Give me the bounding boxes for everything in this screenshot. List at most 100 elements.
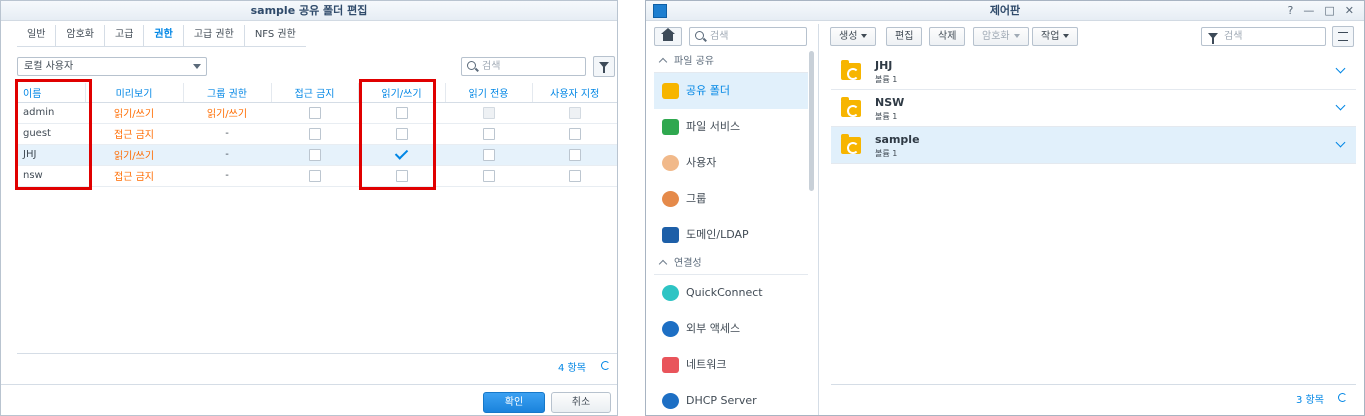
col-group-permission[interactable]: 그룹 권한 [183,83,272,103]
close-icon[interactable]: ✕ [1345,4,1354,17]
user-type-select[interactable]: 로컬 사용자 [17,57,207,76]
preview-value: 읽기/쓰기 [85,144,183,166]
permission-search-input[interactable]: 검색 [461,57,586,76]
table-row[interactable]: JHJ 읽기/쓰기 - [17,144,617,166]
group-permission-value: - [183,144,271,166]
action-button[interactable]: 작업 [1032,27,1079,46]
read-only-checkbox [482,106,495,119]
read-only-checkbox[interactable] [482,127,495,140]
external-access-icon [662,321,679,337]
table-row[interactable]: nsw 접근 금지 - [17,165,617,187]
tab-advanced-permissions[interactable]: 고급 권한 [184,25,245,46]
chevron-down-icon [861,34,868,38]
encrypt-button[interactable]: 암호화 [973,27,1029,46]
chevron-down-icon [193,64,201,69]
list-item[interactable]: NSW 볼륨 1 [831,90,1356,127]
window-controls: ? — □ ✕ [1288,4,1354,17]
home-button[interactable] [654,27,682,46]
edit-button[interactable]: 편집 [886,27,923,46]
delete-button[interactable]: 삭제 [929,27,966,46]
table-row[interactable]: guest 접근 금지 - [17,123,617,145]
tab-encryption[interactable]: 암호화 [56,25,106,46]
sidebar-item-group[interactable]: 그룹 [654,181,808,217]
sidebar-item-domain-ldap[interactable]: 도메인/LDAP [654,217,808,253]
shared-folder-icon [841,134,861,154]
no-access-checkbox[interactable] [308,127,321,140]
help-icon[interactable]: ? [1288,4,1294,17]
section-file-sharing[interactable]: 파일 공유 [654,51,808,73]
group-permission-value: - [183,165,271,187]
dialog-footer-divider [1,384,617,385]
action-label: 작업 [1041,31,1060,42]
encrypt-label: 암호화 [982,31,1010,42]
sidebar-item-label: QuickConnect [686,286,763,299]
cancel-button[interactable]: 취소 [551,392,611,413]
domain-ldap-icon [662,227,679,243]
sidebar-item-label: DHCP Server [686,394,757,407]
sidebar-item-dhcp-server[interactable]: DHCP Server [654,383,808,415]
folder-name: sample [875,133,920,146]
no-access-checkbox[interactable] [308,148,321,161]
preview-value: 접근 금지 [85,123,183,145]
sort-button[interactable] [1332,26,1354,47]
create-button[interactable]: 생성 [830,27,877,46]
dhcp-server-icon [662,393,679,409]
item-count: 4 항목 [558,363,586,374]
col-custom[interactable]: 사용자 지정 [532,83,617,103]
tab-general[interactable]: 일반 [17,25,57,46]
folder-volume: 볼륨 1 [875,149,898,158]
minimize-icon[interactable]: — [1303,4,1314,17]
folder-name: NSW [875,96,905,109]
tab-advanced[interactable]: 고급 [105,25,145,46]
tab-nfs-permissions[interactable]: NFS 권한 [245,25,306,46]
chevron-down-icon[interactable] [1335,137,1346,148]
sidebar-item-label: 사용자 [686,156,717,169]
read-only-checkbox[interactable] [482,148,495,161]
sidebar-scrollbar[interactable] [809,51,814,191]
shared-folder-icon [841,97,861,117]
search-placeholder: 검색 [482,61,501,72]
table-row[interactable]: admin 읽기/쓰기 읽기/쓰기 [17,102,617,124]
custom-checkbox[interactable] [568,148,581,161]
no-access-checkbox[interactable] [308,169,321,182]
sidebar-item-user[interactable]: 사용자 [654,145,808,181]
sidebar-item-network[interactable]: 네트워크 [654,347,808,383]
window-title: 제어판 [646,1,1364,21]
chevron-down-icon[interactable] [1335,63,1346,74]
refresh-icon[interactable] [601,361,610,370]
custom-checkbox[interactable] [568,127,581,140]
name-column-highlight [15,79,92,190]
col-read-only[interactable]: 읽기 전용 [445,83,533,103]
shared-folder-list: JHJ 볼륨 1 NSW 볼륨 1 sample 볼륨 1 [831,53,1356,164]
ok-button[interactable]: 확인 [483,392,545,413]
sidebar-search-input[interactable]: 검색 [689,27,807,46]
custom-checkbox[interactable] [568,169,581,182]
refresh-icon[interactable] [1338,393,1347,402]
filter-button[interactable] [593,56,615,77]
folder-search-input[interactable]: 검색 [1201,27,1326,46]
search-placeholder: 검색 [1224,31,1243,42]
folder-name: JHJ [875,59,893,72]
sidebar-item-external-access[interactable]: 외부 액세스 [654,311,808,347]
col-no-access[interactable]: 접근 금지 [271,83,359,103]
maximize-icon[interactable]: □ [1324,4,1334,17]
list-item[interactable]: sample 볼륨 1 [831,127,1356,164]
no-access-checkbox[interactable] [308,106,321,119]
sidebar-item-label: 외부 액세스 [686,322,741,335]
sidebar-item-file-services[interactable]: 파일 서비스 [654,109,808,145]
tab-permissions[interactable]: 권한 [144,25,184,46]
chevron-down-icon[interactable] [1335,100,1346,111]
section-connectivity[interactable]: 연결성 [654,253,808,275]
search-placeholder: 검색 [710,31,729,42]
folder-volume: 볼륨 1 [875,112,898,121]
permission-table: 이름 미리보기 그룹 권한 접근 금지 읽기/쓰기 읽기 전용 사용자 지정 a… [17,83,617,187]
read-only-checkbox[interactable] [482,169,495,182]
col-preview[interactable]: 미리보기 [85,83,184,103]
sort-icon [1338,32,1348,41]
sidebar-item-quickconnect[interactable]: QuickConnect [654,275,808,311]
list-item[interactable]: JHJ 볼륨 1 [831,53,1356,90]
group-permission-value: 읽기/쓰기 [183,102,271,124]
shared-folder-icon [841,60,861,80]
chevron-down-icon [1013,34,1020,38]
sidebar-item-shared-folder[interactable]: 공유 폴더 [654,73,808,109]
